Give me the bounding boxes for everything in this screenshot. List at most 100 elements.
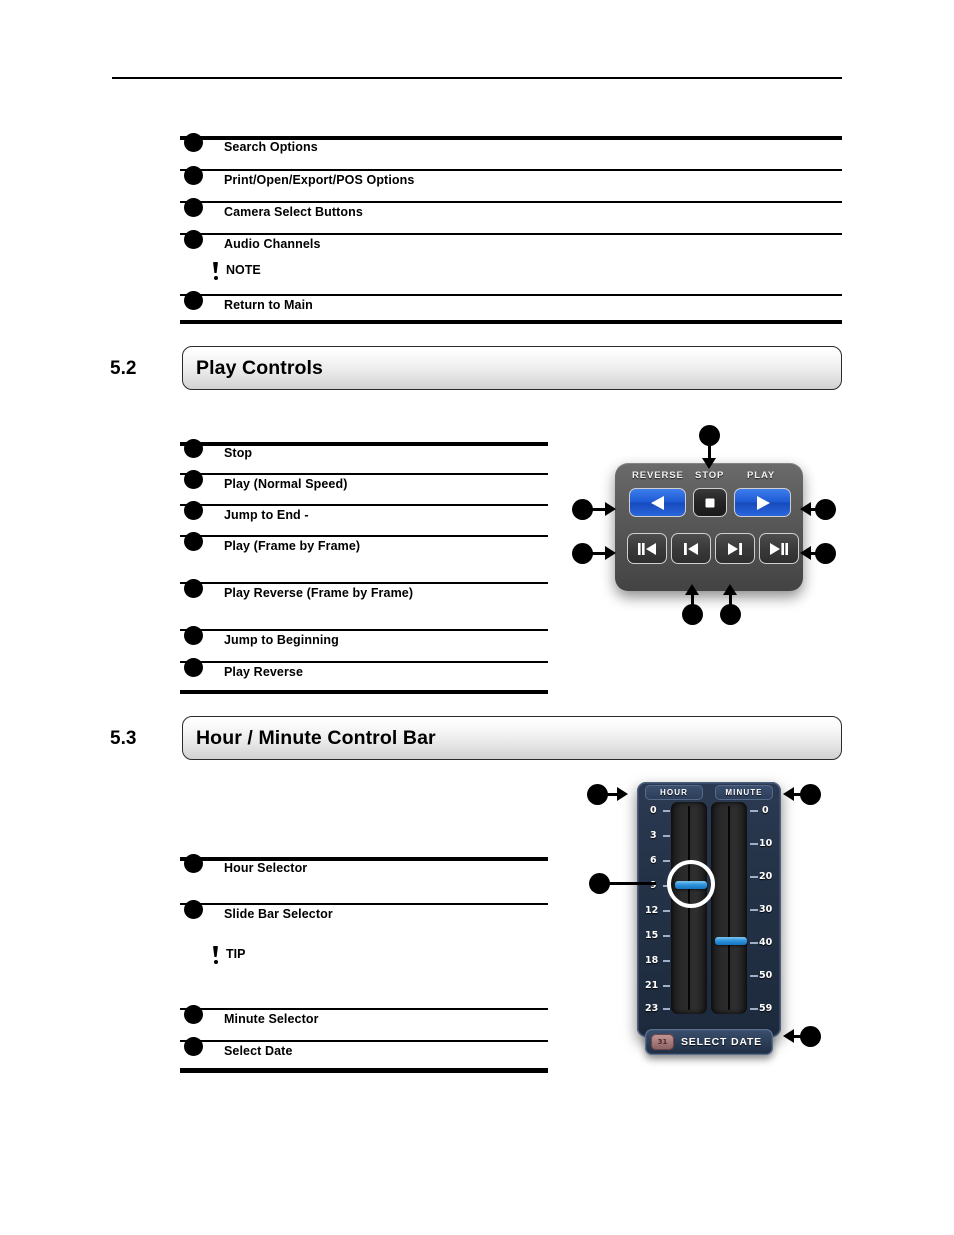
list-item[interactable]: Select Date [180, 1037, 548, 1068]
row-rule [180, 629, 548, 631]
callout-line-slide-bar [608, 882, 656, 885]
section-heading-play-controls: 5.2 Play Controls [110, 346, 842, 390]
row-rule [180, 1068, 548, 1073]
stop-label: STOP [695, 470, 725, 481]
row-rule [180, 1040, 548, 1042]
list-item[interactable]: Camera Select Buttons [180, 198, 842, 233]
list-item[interactable]: Jump to End - [180, 501, 548, 535]
reverse-button[interactable] [629, 488, 686, 517]
list-item[interactable]: Play Reverse [180, 658, 548, 690]
minute-tick-mark [750, 909, 758, 911]
row-rule [180, 473, 548, 475]
list-item[interactable]: Print/Open/Export/POS Options [180, 166, 842, 201]
minute-slider-thumb[interactable] [715, 937, 747, 945]
calendar-icon: 31 [651, 1034, 674, 1050]
bullet-marker [184, 166, 203, 185]
triangle-right-pause-icon [770, 542, 788, 555]
bullet-marker [184, 900, 203, 919]
triangle-left-icon [650, 495, 664, 510]
bars-triangle-left-icon [638, 542, 656, 555]
exclamation-icon [213, 262, 218, 280]
section-number: 5.2 [110, 358, 137, 379]
hour-tick-mark [663, 860, 670, 862]
header-rule [112, 77, 842, 79]
minute-slider-track[interactable] [711, 802, 747, 1014]
jump-to-beginning-button[interactable] [671, 533, 711, 564]
stop-button[interactable] [693, 488, 727, 517]
section-title: Hour / Minute Control Bar [196, 727, 436, 749]
bullet-marker [184, 854, 203, 873]
list-item[interactable]: Play (Frame by Frame) [180, 532, 548, 582]
callout-arrow-reverse [605, 502, 616, 516]
minute-header: MINUTE [715, 785, 773, 800]
list-item-label: Camera Select Buttons [224, 205, 363, 219]
bullet-marker [184, 1037, 203, 1056]
hour-minute-callout-list: Hour Selector Slide Bar Selector TIP Min… [180, 854, 548, 1073]
bar-triangle-left-icon [684, 542, 698, 555]
play-controls-callout-list: Stop Play (Normal Speed) Jump to End - P… [180, 439, 548, 694]
row-rule [180, 903, 548, 905]
list-item-label: Audio Channels [224, 237, 321, 251]
minute-tick-label: 59 [759, 1003, 773, 1014]
hour-tick-label: 21 [645, 980, 659, 991]
row-rule [180, 661, 548, 663]
list-item[interactable]: Play Reverse (Frame by Frame) [180, 579, 548, 629]
play-controls-panel: REVERSE STOP PLAY [615, 463, 803, 591]
top-callout-list: Search Options Print/Open/Export/POS Opt… [180, 133, 842, 324]
section-title: Play Controls [196, 357, 323, 379]
hour-tick-mark [663, 985, 670, 987]
hour-tick-mark [663, 1008, 670, 1010]
row-rule [180, 201, 842, 203]
list-closing-rule-row [180, 690, 548, 694]
hour-tick-label: 15 [645, 930, 659, 941]
select-date-label: SELECT DATE [681, 1036, 762, 1048]
list-item[interactable]: Stop [180, 439, 548, 473]
list-item[interactable]: Hour Selector [180, 854, 548, 903]
list-closing-rule-row [180, 320, 842, 324]
list-item[interactable]: Jump to Beginning [180, 626, 548, 661]
list-item[interactable]: Search Options [180, 133, 842, 169]
list-item[interactable]: Return to Main [180, 291, 842, 320]
row-rule [180, 1008, 548, 1010]
row-rule [180, 294, 842, 296]
list-item[interactable]: Minute Selector [180, 1005, 548, 1040]
jump-to-end-button[interactable] [715, 533, 755, 564]
bullet-marker [184, 658, 203, 677]
callout-arrow-select-date [783, 1029, 794, 1043]
list-item-label: Select Date [224, 1044, 293, 1058]
minute-tick-mark [750, 876, 758, 878]
hour-thumb-highlight-ring [667, 860, 715, 908]
select-date-button[interactable]: 31 SELECT DATE [645, 1029, 773, 1055]
play-reverse-frame-button[interactable] [627, 533, 667, 564]
list-item-label: Slide Bar Selector [224, 907, 333, 921]
list-item[interactable]: Play (Normal Speed) [180, 470, 548, 504]
section-heading-hour-minute: 5.3 Hour / Minute Control Bar [110, 716, 842, 760]
bullet-marker [184, 291, 203, 310]
hour-tick-label: 23 [645, 1003, 659, 1014]
list-item-label: Stop [224, 446, 253, 460]
list-item-label: Hour Selector [224, 861, 308, 875]
bullet-marker [184, 198, 203, 217]
callout-arrow-play [800, 502, 811, 516]
callout-dot-reverse [572, 499, 593, 520]
hour-slider-track[interactable] [671, 802, 707, 1014]
tip-label: TIP [226, 947, 246, 961]
note-label: NOTE [226, 263, 261, 277]
list-item-label: Jump to Beginning [224, 633, 339, 647]
minute-tick-mark [750, 975, 758, 977]
list-item[interactable]: Slide Bar Selector [180, 900, 548, 945]
bullet-marker [184, 1005, 203, 1024]
hour-header: HOUR [645, 785, 703, 800]
minute-header-label: MINUTE [725, 788, 763, 797]
play-button[interactable] [734, 488, 791, 517]
callout-dot-hour-header [587, 784, 608, 805]
bullet-marker [184, 501, 203, 520]
hour-tick-mark [663, 935, 670, 937]
list-item[interactable]: Audio Channels [180, 230, 842, 261]
reverse-label: REVERSE [632, 470, 684, 481]
hour-tick-label: 12 [645, 905, 659, 916]
play-pause-frame-button[interactable] [759, 533, 799, 564]
hour-tick-label: 18 [645, 955, 659, 966]
list-item-label: Print/Open/Export/POS Options [224, 173, 415, 187]
square-stop-icon [705, 498, 715, 507]
